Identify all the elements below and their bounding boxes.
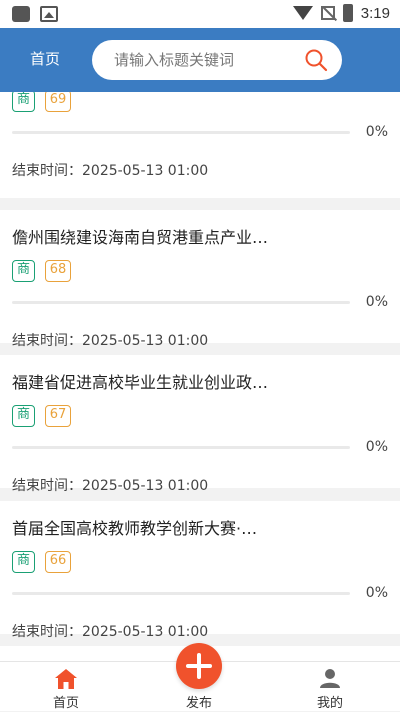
card-title: 儋州围绕建设海南自贸港重点产业…	[12, 228, 269, 247]
list-item[interactable]: 首届全国高校教师教学创新大赛·… 商 66 0% 结束时间：2025-05-13…	[0, 501, 400, 640]
header-home-label[interactable]: 首页	[30, 48, 60, 69]
list-item[interactable]: 儋州围绕建设海南自贸港重点产业… 商 68 0% 结束时间：2025-05-13…	[0, 210, 400, 349]
type-tag: 商	[12, 551, 35, 573]
battery-icon	[342, 4, 353, 22]
end-time: 结束时间：2025-05-13 01:00	[12, 163, 209, 179]
home-icon	[55, 669, 77, 689]
number-tag: 68	[45, 260, 71, 282]
publish-button[interactable]	[176, 643, 222, 689]
progress-bar	[12, 592, 350, 595]
notice-list[interactable]: 商 69 0% 结束时间：2025-05-13 01:00 儋州围绕建设海南自贸…	[0, 92, 400, 661]
wifi-icon	[292, 6, 313, 20]
end-time: 结束时间：2025-05-13 01:00	[12, 333, 209, 349]
progress-label: 0%	[365, 439, 388, 455]
header: 首页	[0, 28, 400, 92]
nav-mine[interactable]: 我的	[295, 662, 365, 712]
number-tag: 67	[45, 405, 71, 427]
status-bar: 3:19	[0, 0, 400, 28]
progress-bar	[12, 301, 350, 304]
search-icon[interactable]	[304, 48, 328, 72]
list-item[interactable]: 福建省促进高校毕业生就业创业政… 商 67 0% 结束时间：2025-05-13…	[0, 355, 400, 494]
clock: 3:19	[360, 4, 390, 22]
type-tag: 商	[12, 260, 35, 282]
type-tag: 商	[12, 405, 35, 427]
search-input[interactable]	[114, 40, 294, 80]
nav-home[interactable]: 首页	[31, 662, 101, 712]
type-tag: 商	[12, 92, 35, 112]
list-item[interactable]: 商 69 0% 结束时间：2025-05-13 01:00	[0, 92, 400, 198]
app-notification-icon	[12, 6, 30, 22]
end-time: 结束时间：2025-05-13 01:00	[12, 478, 209, 494]
card-title: 首届全国高校教师教学创新大赛·…	[12, 519, 258, 538]
image-notification-icon	[40, 6, 58, 22]
nav-home-label: 首页	[52, 696, 79, 711]
no-signal-icon	[320, 6, 335, 20]
progress-bar	[12, 446, 350, 449]
user-icon	[320, 669, 340, 688]
progress-label: 0%	[365, 294, 388, 310]
search-box[interactable]	[92, 40, 342, 80]
progress-label: 0%	[365, 585, 388, 601]
card-title: 福建省促进高校毕业生就业创业政…	[12, 373, 269, 392]
progress-label: 0%	[365, 124, 388, 140]
number-tag: 69	[45, 92, 71, 112]
end-time: 结束时间：2025-05-13 01:00	[12, 624, 209, 640]
number-tag: 66	[45, 551, 71, 573]
nav-mine-label: 我的	[316, 696, 343, 711]
publish-label: 发布	[185, 696, 212, 711]
progress-bar	[12, 131, 350, 134]
